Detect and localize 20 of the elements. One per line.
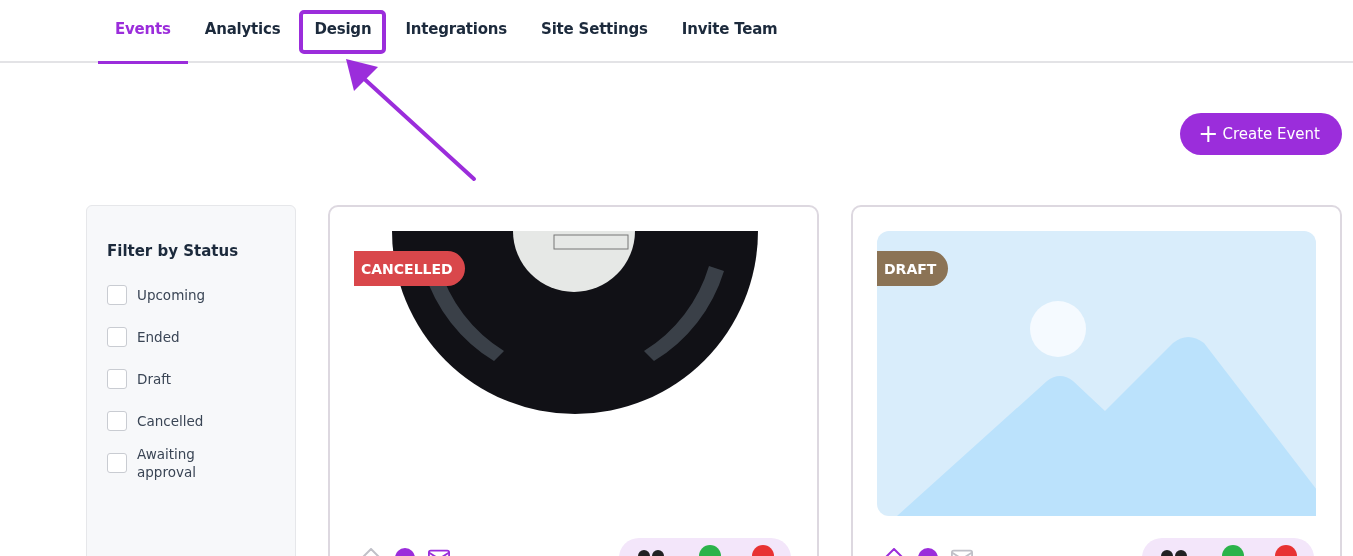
status-badge: CANCELLED [354,251,465,286]
create-event-button[interactable]: + Create Event [1180,113,1342,155]
checkbox[interactable] [107,369,127,389]
nav-tab[interactable]: Events [98,0,188,64]
checkbox-label: Awaiting approval [137,445,197,481]
status-badge: DRAFT [877,251,949,286]
checkbox-label: Upcoming [137,286,207,304]
nav-tab[interactable]: Integrations [388,0,525,64]
checkbox-label: Ended [137,328,181,346]
nav-tab[interactable]: Site Settings [524,0,665,64]
checkbox[interactable] [107,327,127,347]
nav-tab[interactable]: Analytics [187,0,298,64]
nav-tab[interactable]: Invite Team [664,0,795,64]
filter-title: Filter by Status [107,242,240,260]
checkbox[interactable] [107,453,127,473]
checkbox[interactable] [107,285,127,305]
nav-tab[interactable]: Design [297,0,389,64]
checkbox[interactable] [107,411,127,431]
checkbox-label: Draft [137,370,173,388]
checkbox-label: Cancelled [137,412,205,430]
